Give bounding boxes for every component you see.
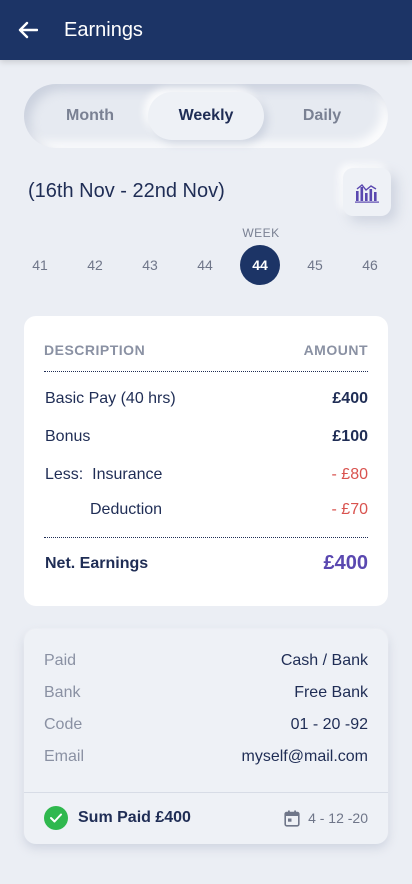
earnings-breakdown-card: DESCRIPTION AMOUNT Basic Pay (40 hrs) £4… xyxy=(24,316,388,606)
breakdown-row: Less: Insurance - £80 xyxy=(45,466,368,484)
payment-row: Code 01 - 20 -92 xyxy=(44,716,368,734)
tab-month[interactable]: Month xyxy=(32,92,148,140)
row-amount: £400 xyxy=(332,390,368,407)
payment-footer: Sum Paid £400 4 - 12 -20 xyxy=(44,804,368,832)
row-amount: - £80 xyxy=(331,466,368,483)
net-earnings-label: Net. Earnings xyxy=(45,554,149,572)
payment-date: 4 - 12 -20 xyxy=(284,810,368,827)
chart-button[interactable] xyxy=(343,168,391,216)
page-title: Earnings xyxy=(64,18,143,41)
week-item[interactable]: 41 xyxy=(20,245,60,285)
row-amount: - £70 xyxy=(331,501,368,518)
payment-row: Email myself@mail.com xyxy=(44,748,368,766)
payment-key: Paid xyxy=(44,652,77,669)
week-caption: WEEK xyxy=(242,226,280,240)
payment-row: Bank Free Bank xyxy=(44,684,368,702)
sum-paid: Sum Paid £400 xyxy=(44,806,191,830)
payment-value: myself@mail.com xyxy=(241,748,368,765)
payment-date-value: 4 - 12 -20 xyxy=(308,810,368,826)
row-label: Basic Pay (40 hrs) xyxy=(45,390,176,407)
tab-daily[interactable]: Daily xyxy=(264,92,380,140)
breakdown-row: Deduction - £70 xyxy=(45,501,368,519)
breakdown-row: Bonus £100 xyxy=(45,428,368,446)
row-label: Bonus xyxy=(45,428,91,445)
row-amount: £100 xyxy=(332,428,368,445)
payment-key: Code xyxy=(44,716,83,733)
description-column-header: DESCRIPTION xyxy=(44,342,146,358)
net-earnings-row: Net. Earnings £400 xyxy=(45,552,368,575)
net-earnings-amount: £400 xyxy=(323,552,369,574)
week-item-selected[interactable]: 44 xyxy=(240,245,280,285)
payment-value: Free Bank xyxy=(294,684,368,701)
payment-key: Bank xyxy=(44,684,81,701)
date-range: (16th Nov - 22nd Nov) xyxy=(28,180,225,202)
payment-row: Paid Cash / Bank xyxy=(44,652,368,670)
breakdown-header: DESCRIPTION AMOUNT xyxy=(44,342,368,358)
week-item[interactable]: 46 xyxy=(350,245,390,285)
divider xyxy=(24,792,388,793)
arrow-left-icon xyxy=(18,21,38,39)
period-tabs: Month Weekly Daily xyxy=(24,84,388,148)
breakdown-row: Basic Pay (40 hrs) £400 xyxy=(45,390,368,408)
tab-weekly[interactable]: Weekly xyxy=(148,92,264,140)
divider xyxy=(44,371,368,372)
payment-key: Email xyxy=(44,748,85,765)
week-item[interactable]: 45 xyxy=(295,245,335,285)
week-item[interactable]: 42 xyxy=(75,245,115,285)
sum-paid-label: Sum Paid £400 xyxy=(78,809,191,826)
row-label: Deduction xyxy=(90,501,163,518)
week-selector: 41 42 43 44 44 45 46 xyxy=(20,245,392,285)
divider xyxy=(44,537,368,538)
week-item[interactable]: 44 xyxy=(185,245,225,285)
payment-value: Cash / Bank xyxy=(280,652,368,669)
calendar-icon xyxy=(284,810,300,827)
payment-details-card: Paid Cash / Bank Bank Free Bank Code 01 … xyxy=(24,630,388,844)
check-circle-icon xyxy=(44,806,68,830)
back-button[interactable] xyxy=(0,0,56,60)
bar-chart-icon xyxy=(355,184,379,203)
amount-column-header: AMOUNT xyxy=(303,342,368,358)
app-bar: Earnings xyxy=(0,0,412,60)
week-item[interactable]: 43 xyxy=(130,245,170,285)
row-label: Less: Insurance xyxy=(45,466,163,483)
payment-value: 01 - 20 -92 xyxy=(290,716,368,733)
